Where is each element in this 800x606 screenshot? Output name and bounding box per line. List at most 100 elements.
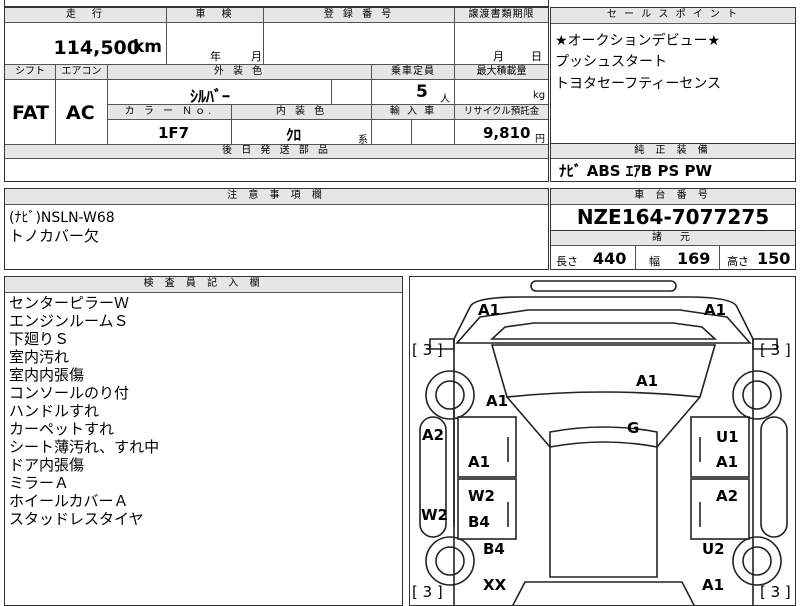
recycle-cell: 9,810 円 (455, 120, 548, 145)
max-load-unit: kg (533, 90, 546, 101)
exterior-color-label: 外 装 色 (108, 65, 372, 80)
damage-mark-right-rear-fender: U2 (702, 540, 725, 558)
specs-width-label: 幅 (649, 255, 660, 268)
chassis-box: 車 台 番 号 NZE164-7077275 (550, 188, 796, 231)
top-fragment-strip (4, 0, 549, 7)
interior-color-label: 内 装 色 (232, 105, 372, 120)
tire-mark-front-right: [ 3 ] (760, 341, 791, 359)
color-no-cell: 1F7 (108, 120, 232, 145)
transfer-deadline-cell: 月 日 (455, 23, 548, 65)
vehicle-info-table: 走 行 車 検 登 録 番 号 譲渡書類期限 114,500 km 年 月 月 … (4, 7, 549, 182)
front-right-hub (742, 380, 772, 410)
mileage-value: 114,500 (53, 37, 140, 59)
recycle-unit: 円 (535, 134, 545, 145)
notes-box: 注 意 事 項 欄 (ﾅﾋﾞ)NSLN-W68 トノカバー欠 (4, 188, 549, 270)
inspector-item: ミラーＡ (9, 474, 70, 492)
specs-height-label: 高さ (727, 255, 749, 268)
notes-item-2: トノカバー欠 (9, 227, 100, 245)
inspector-item: シート薄汚れ、すれ中 (9, 438, 160, 456)
damage-mark-left-pillar: A2 (422, 426, 445, 444)
inspection-label: 車 検 (167, 8, 264, 23)
roof-outline (549, 426, 658, 578)
inspector-item: 下廻りＳ (9, 330, 70, 348)
hood-inner (489, 322, 718, 340)
inspector-box: 検 査 員 記 入 欄 センターピラーＷ エンジンルームＳ 下廻りＳ 室内汚れ … (4, 276, 403, 606)
standard-equipment-label: 純 正 装 備 (551, 144, 795, 159)
specs-box: 諸 元 長さ 440 幅 169 高さ 150 (550, 230, 796, 270)
specs-divider-1 (635, 245, 636, 270)
damage-mark-rear-left: XX (483, 576, 507, 594)
rear-right-hub (742, 546, 772, 576)
rear-left-wheel (425, 536, 475, 586)
max-load-cell: kg (455, 80, 548, 105)
front-left-hub (435, 380, 465, 410)
recycle-label: リサイクル預託金 (455, 105, 548, 120)
damage-mark-right-front-door-top: U1 (716, 428, 739, 446)
damage-mark-front-left: A1 (478, 301, 501, 319)
inspector-list: センターピラーＷ エンジンルームＳ 下廻りＳ 室内汚れ 室内内張傷 コンソールの… (9, 294, 159, 528)
specs-length-value: 440 (593, 249, 627, 268)
inspector-item: 室内汚れ (9, 348, 70, 366)
inspection-cell: 年 月 (167, 23, 264, 65)
inspector-item: ドア内張傷 (9, 456, 85, 474)
recycle-value: 9,810 (483, 124, 531, 142)
shift-cell: FAT (5, 80, 56, 145)
rear-left-hub (435, 546, 465, 576)
inspector-item: エンジンルームＳ (9, 312, 129, 330)
interior-color-suffix: 系 (358, 135, 368, 146)
damage-diagram-box: [ 3 ] [ 3 ] [ 3 ] [ 3 ] A1 A1 A1 A1 G A2… (409, 276, 796, 606)
specs-height-value: 150 (757, 249, 791, 268)
capacity-cell: 5 人 (372, 80, 455, 105)
import-label: 輸 入 車 (372, 105, 455, 120)
notes-item-1: (ﾅﾋﾞ)NSLN-W68 (9, 210, 115, 226)
inspector-label: 検 査 員 記 入 欄 (5, 277, 402, 293)
interior-color-cell: ｸﾛ 系 (232, 120, 372, 146)
import-cell-b (412, 120, 455, 145)
mileage-label: 走 行 (5, 8, 167, 23)
front-right-wheel (732, 370, 782, 420)
tire-mark-rear-right: [ 3 ] (760, 583, 791, 601)
inspector-item: ホイールカバーＡ (9, 492, 129, 510)
interior-color-value: ｸﾛ (286, 126, 302, 144)
cabin-right-line (656, 396, 701, 448)
tire-mark-front-left: [ 3 ] (412, 341, 443, 359)
capacity-label: 乗車定員 (372, 65, 455, 80)
aircon-value: AC (66, 102, 95, 124)
mileage-cell: 114,500 km (5, 23, 167, 65)
front-left-wheel (425, 370, 475, 420)
exterior-color-cell: ｼﾙﾊﾞｰ (108, 80, 332, 106)
inspection-year-unit: 年 (210, 50, 221, 63)
notes-label: 注 意 事 項 欄 (5, 189, 548, 205)
registration-cell (264, 23, 455, 65)
specs-width-value: 169 (677, 249, 711, 268)
damage-mark-left-front-door: A1 (468, 453, 491, 471)
shift-value: FAT (12, 102, 49, 124)
damage-mark-front-right: A1 (704, 301, 727, 319)
damage-mark-fender-left: A1 (486, 392, 509, 410)
max-load-label: 最大積載量 (455, 65, 548, 80)
aircon-cell: AC (56, 80, 108, 145)
damage-mark-left-sill: W2 (421, 506, 448, 524)
later-parts-label: 後 日 発 送 部 品 (5, 145, 548, 159)
right-sill (760, 416, 788, 538)
damage-mark-right-rear-door: A2 (716, 487, 739, 505)
inspector-item: センターピラーＷ (9, 294, 130, 312)
damage-mark-left-rear-fender: B4 (483, 540, 505, 558)
damage-mark-left-rear-door-top: W2 (468, 487, 495, 505)
specs-length-label: 長さ (556, 255, 578, 268)
specs-label: 諸 元 (551, 231, 795, 246)
sales-point-item-3: トヨタセーフティーセンス (555, 76, 722, 92)
rear-right-wheel (732, 536, 782, 586)
chassis-label: 車 台 番 号 (551, 189, 795, 205)
damage-mark-rear-right: A1 (702, 576, 725, 594)
cabin-left-line (506, 396, 551, 448)
later-parts-cell (5, 159, 548, 181)
damage-mark-right-front-door-bottom: A1 (716, 453, 739, 471)
import-cell-a (372, 120, 412, 145)
exterior-color-value: ｼﾙﾊﾞｰ (190, 87, 231, 106)
chassis-value: NZE164-7077275 (576, 205, 770, 229)
mileage-unit: km (132, 37, 162, 57)
damage-mark-left-rear-door-bottom: B4 (468, 513, 490, 531)
inspector-item: コンソールのり付 (9, 384, 130, 402)
inspector-item: ハンドルすれ (9, 402, 100, 420)
